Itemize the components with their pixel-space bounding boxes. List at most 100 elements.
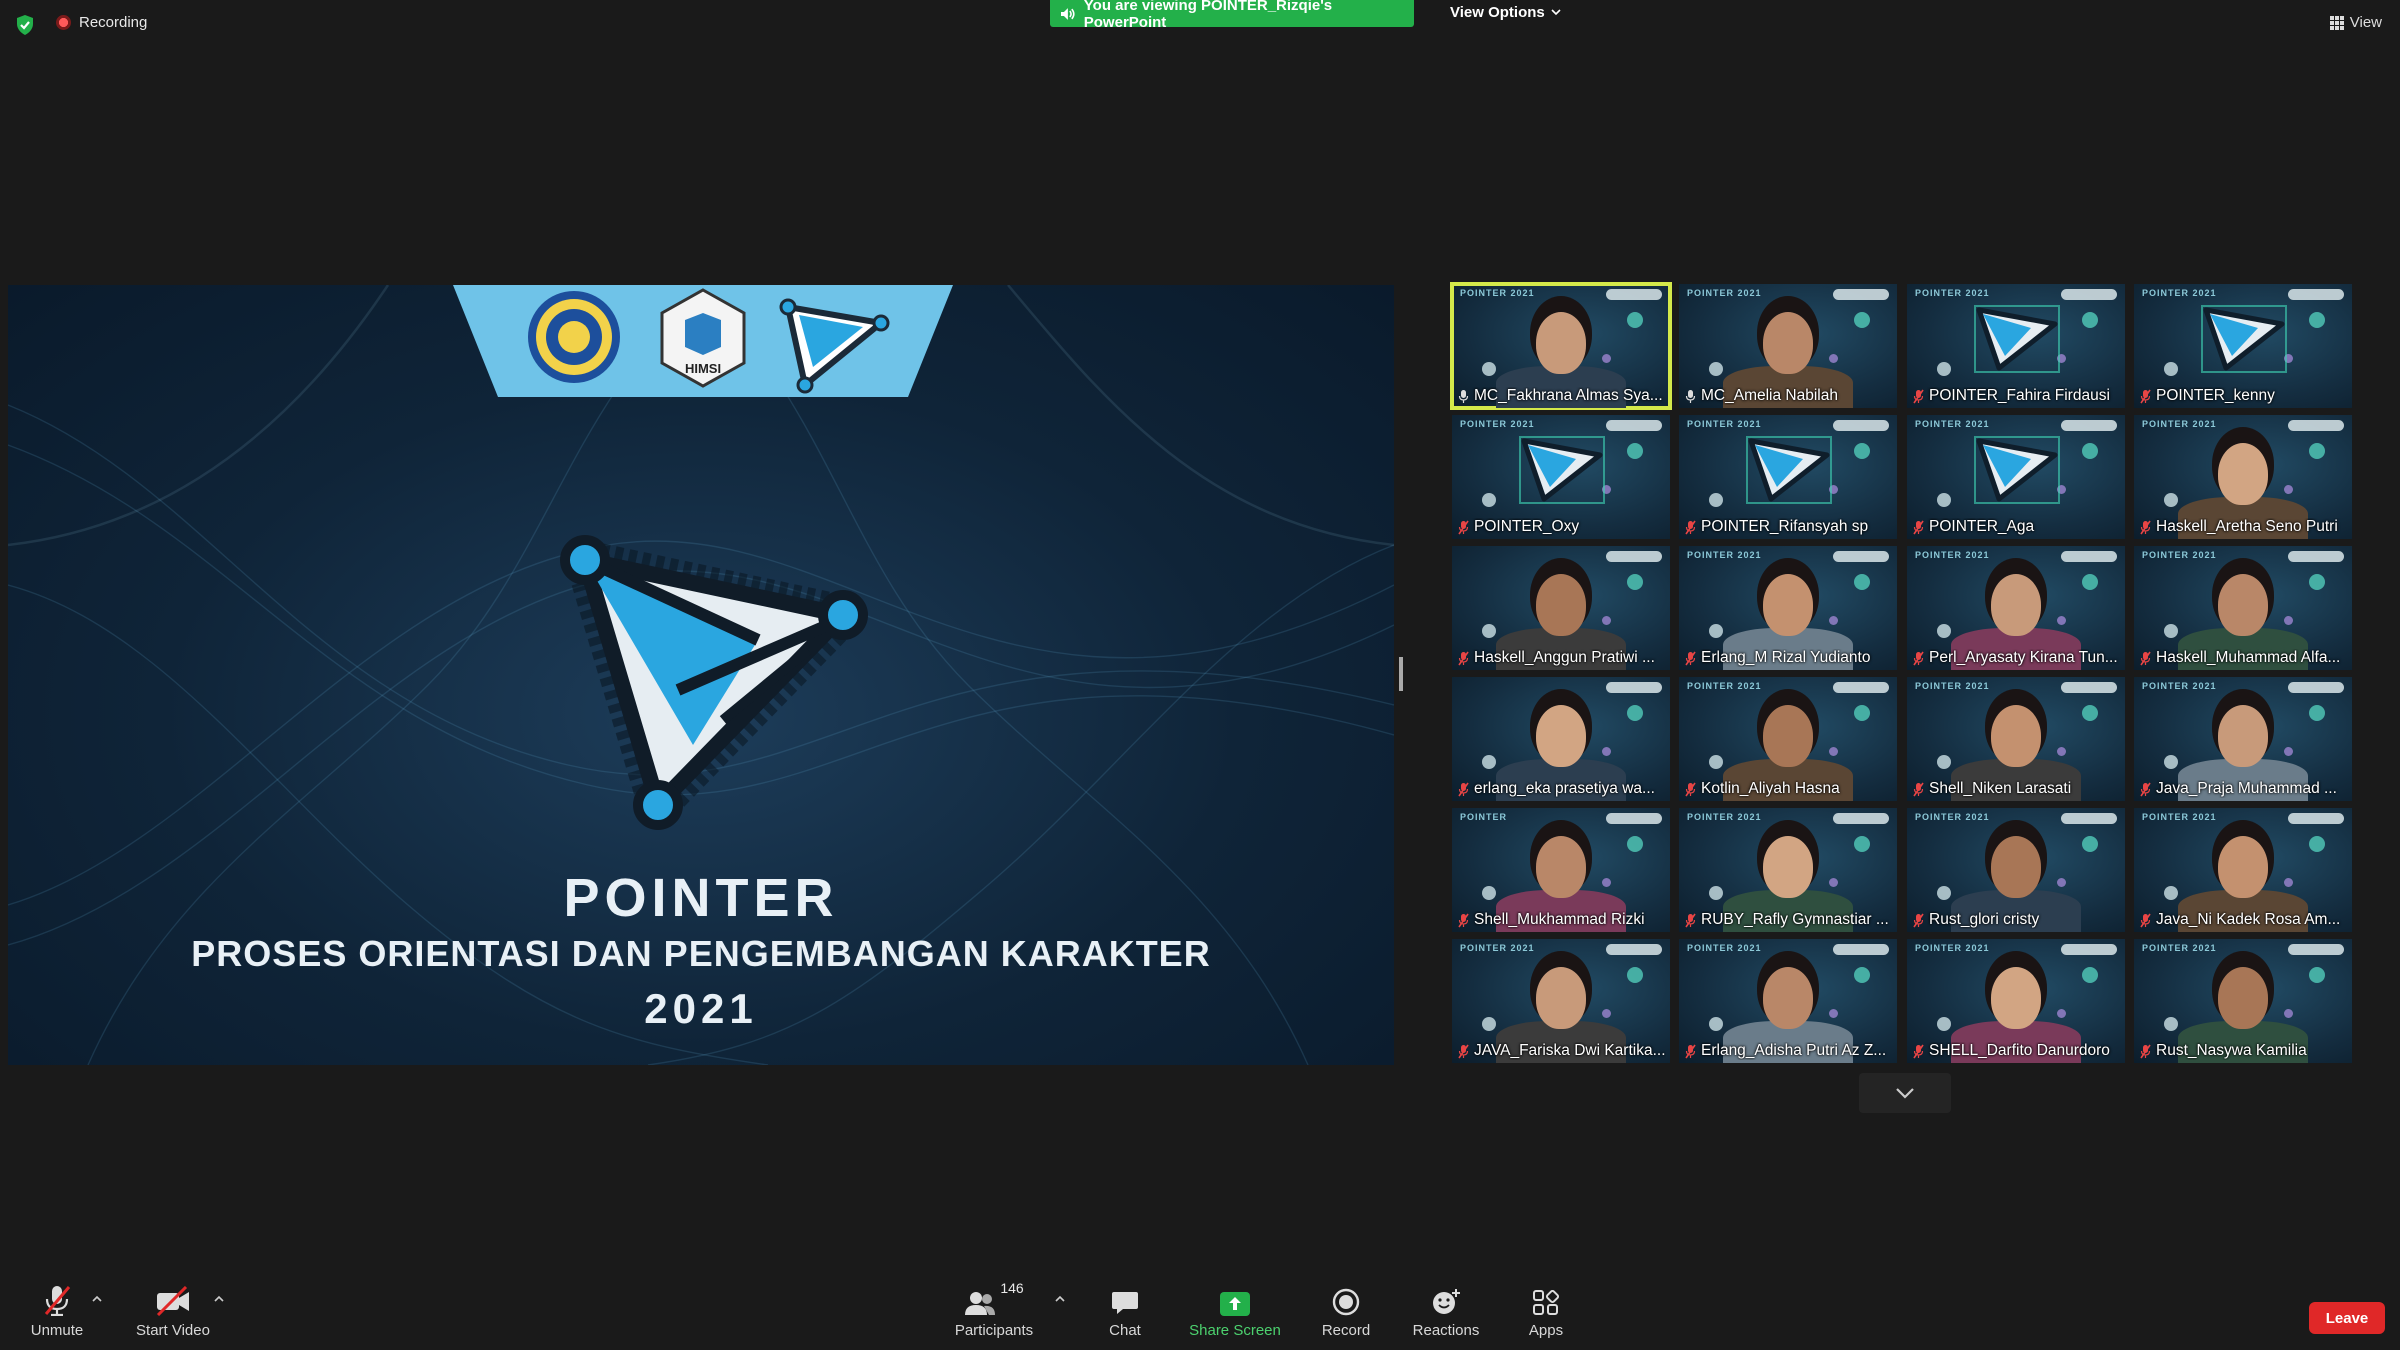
unmute-button[interactable]: Unmute <box>2 1272 112 1339</box>
participant-name-text: POINTER_Oxy <box>1474 518 1580 535</box>
participant-tile[interactable]: POINTER 2021 Rust_Nasywa Kamilia <box>2134 939 2352 1063</box>
chevron-down-icon <box>1896 1088 1914 1099</box>
participants-count: 146 <box>1000 1280 1024 1296</box>
mic-muted-icon <box>1685 913 1696 927</box>
mic-muted-icon <box>1913 782 1924 796</box>
participant-tile[interactable]: POINTER 2021 POINTER_Aga <box>1907 415 2125 539</box>
participant-tile[interactable]: POINTER 2021 Erlang_M Rizal Yudianto <box>1679 546 1897 670</box>
mic-muted-icon <box>2140 1044 2151 1058</box>
participant-head <box>1991 574 2041 636</box>
participant-tile[interactable]: POINTER 2021 Perl_Aryasaty Kirana Tun... <box>1907 546 2125 670</box>
participant-name-text: Java_Praja Muhammad ... <box>2156 780 2337 797</box>
participant-head <box>2218 836 2268 898</box>
participant-head <box>1763 705 1813 767</box>
tile-event-tag: POINTER 2021 <box>1915 943 1990 953</box>
participants-button[interactable]: 146 Participants <box>939 1272 1049 1339</box>
pointer-logo-icon <box>1974 436 2060 504</box>
participant-name: POINTER_Oxy <box>1458 518 1666 536</box>
background-orb <box>1937 362 1951 376</box>
participants-icon <box>965 1292 996 1315</box>
tile-event-tag: POINTER <box>1460 812 1508 822</box>
participant-tile[interactable]: POINTER 2021 JAVA_Fariska Dwi Kartika... <box>1452 939 1670 1063</box>
shared-slide[interactable]: HIMSI POINTER PROSES ORIENTASI DAN PENGE… <box>8 285 1394 1065</box>
view-button[interactable]: View <box>2329 14 2382 31</box>
panel-resize-handle[interactable] <box>1399 657 1403 691</box>
participant-tile[interactable]: POINTER 2021 Shell_Niken Larasati <box>1907 677 2125 801</box>
participant-tile[interactable]: POINTER 2021 RUBY_Rafly Gymnastiar ... <box>1679 808 1897 932</box>
participant-name-text: Perl_Aryasaty Kirana Tun... <box>1929 649 2118 666</box>
pointer-main-logo-icon <box>560 535 868 830</box>
participant-tile[interactable]: POINTER 2021 Haskell_Muhammad Alfa... <box>2134 546 2352 670</box>
chat-button[interactable]: Chat <box>1070 1272 1180 1339</box>
participant-head <box>1536 967 1586 1029</box>
participant-name: RUBY_Rafly Gymnastiar ... <box>1685 911 1893 929</box>
view-options-label: View Options <box>1450 4 1545 21</box>
participant-head <box>1536 574 1586 636</box>
reactions-button[interactable]: Reactions <box>1391 1272 1501 1339</box>
mic-muted-icon <box>2140 913 2151 927</box>
participant-tile[interactable]: POINTER 2021 Rust_glori cristy <box>1907 808 2125 932</box>
tile-overlay-icons <box>2061 289 2117 300</box>
participant-tile[interactable]: POINTER Shell_Mukhammad Rizki <box>1452 808 1670 932</box>
participant-name: erlang_eka prasetiya wa... <box>1458 780 1666 798</box>
participant-tile[interactable]: POINTER 2021 Erlang_Adisha Putri Az Z... <box>1679 939 1897 1063</box>
tile-event-tag: POINTER 2021 <box>1687 943 1762 953</box>
background-orb <box>1854 443 1870 459</box>
record-button[interactable]: Record <box>1291 1272 1401 1339</box>
participant-tile[interactable]: Haskell_Anggun Pratiwi ... <box>1452 546 1670 670</box>
view-options-button[interactable]: View Options <box>1450 4 1561 21</box>
background-orb <box>2309 312 2325 328</box>
slide-year: 2021 <box>644 985 758 1032</box>
tile-event-tag: POINTER 2021 <box>1915 681 1990 691</box>
share-screen-button[interactable]: Share Screen <box>1180 1272 1290 1339</box>
participant-tile[interactable]: POINTER 2021 SHELL_Darfito Danurdoro <box>1907 939 2125 1063</box>
partner-logos-banner: HIMSI <box>453 285 953 397</box>
unair-logo-icon <box>528 291 620 383</box>
tile-event-tag: POINTER 2021 <box>1915 419 1990 429</box>
participant-tile[interactable]: POINTER 2021 POINTER_Rifansyah sp <box>1679 415 1897 539</box>
apps-button[interactable]: Apps <box>1491 1272 1601 1339</box>
recording-indicator[interactable]: Recording <box>56 14 147 31</box>
video-off-icon <box>156 1286 189 1316</box>
mic-muted-icon <box>1685 1044 1696 1058</box>
gallery-next-page-button[interactable] <box>1859 1073 1951 1113</box>
recording-label: Recording <box>79 14 148 31</box>
audio-options-caret-icon[interactable] <box>91 1294 103 1304</box>
start-video-button[interactable]: Start Video <box>118 1272 228 1339</box>
speaker-icon <box>1060 7 1075 20</box>
participant-tile[interactable]: POINTER 2021 MC_Fakhrana Almas Sya... <box>1450 282 1672 410</box>
participant-tile[interactable]: erlang_eka prasetiya wa... <box>1452 677 1670 801</box>
participants-caret-icon[interactable] <box>1054 1294 1066 1304</box>
participant-head <box>2218 443 2268 505</box>
participant-name: Rust_glori cristy <box>1913 911 2121 929</box>
tile-event-tag: POINTER 2021 <box>1687 288 1762 298</box>
mic-muted-icon <box>1913 651 1924 665</box>
security-shield-icon[interactable] <box>15 14 35 36</box>
unmute-label: Unmute <box>30 1322 84 1339</box>
participant-name: POINTER_Aga <box>1913 518 2121 536</box>
participant-name-text: Erlang_Adisha Putri Az Z... <box>1701 1042 1887 1059</box>
tile-event-tag: POINTER 2021 <box>2142 419 2217 429</box>
mic-muted-icon <box>2140 520 2151 534</box>
mic-muted-icon <box>1685 782 1696 796</box>
participant-name-text: Haskell_Muhammad Alfa... <box>2156 649 2341 666</box>
participant-head <box>1763 836 1813 898</box>
participant-tile[interactable]: POINTER 2021 MC_Amelia Nabilah <box>1679 284 1897 408</box>
participant-tile[interactable]: POINTER 2021 POINTER_kenny <box>2134 284 2352 408</box>
participant-tile[interactable]: POINTER 2021 Kotlin_Aliyah Hasna <box>1679 677 1897 801</box>
leave-button[interactable]: Leave <box>2309 1302 2385 1334</box>
tile-overlay-icons <box>2288 289 2344 300</box>
background-orb <box>2164 362 2178 376</box>
participant-tile[interactable]: POINTER 2021 POINTER_Fahira Firdausi <box>1907 284 2125 408</box>
participant-tile[interactable]: POINTER 2021 Haskell_Aretha Seno Putri <box>2134 415 2352 539</box>
participant-tile[interactable]: POINTER 2021 POINTER_Oxy <box>1452 415 1670 539</box>
viewing-banner-text: You are viewing POINTER_Rizqie's PowerPo… <box>1083 0 1333 31</box>
participant-tile[interactable]: POINTER 2021 Java_Ni Kadek Rosa Am... <box>2134 808 2352 932</box>
mic-muted-icon <box>1458 782 1469 796</box>
participant-tile[interactable]: POINTER 2021 Java_Praja Muhammad ... <box>2134 677 2352 801</box>
svg-text:HIMSI: HIMSI <box>685 361 721 376</box>
tile-overlay-icons <box>1606 420 1662 431</box>
background-orb <box>2082 443 2098 459</box>
participant-name: Haskell_Aretha Seno Putri <box>2140 518 2348 536</box>
video-options-caret-icon[interactable] <box>213 1294 225 1304</box>
